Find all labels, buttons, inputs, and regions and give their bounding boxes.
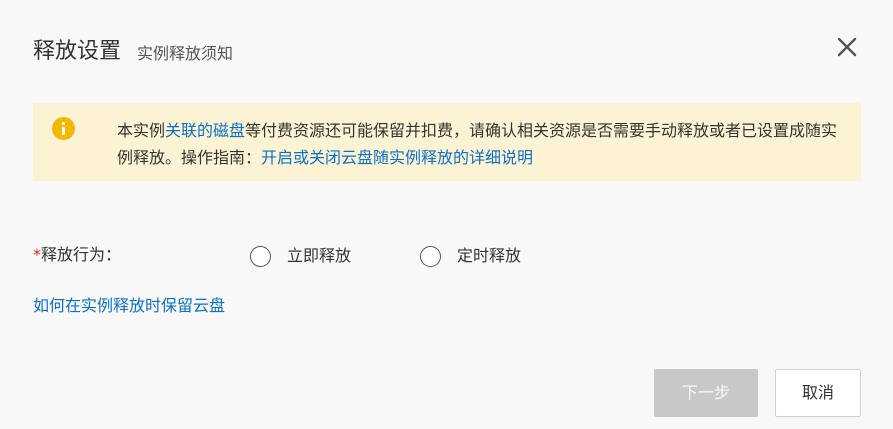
close-icon[interactable] (834, 34, 860, 60)
cancel-button[interactable]: 取消 (775, 369, 861, 417)
disk-release-guide-link[interactable]: 开启或关闭云盘随实例释放的详细说明 (261, 148, 533, 167)
dialog-title: 释放设置 (33, 39, 122, 64)
radio-label-scheduled-release: 定时释放 (457, 246, 522, 265)
radio-release-now[interactable]: 立即释放 (250, 245, 351, 267)
next-step-button[interactable]: 下一步 (654, 369, 758, 417)
radio-circle[interactable] (420, 245, 441, 267)
dialog-subtitle: 实例释放须知 (137, 44, 234, 63)
radio-label-release-now: 立即释放 (287, 246, 352, 265)
notice-text-part-1: 本实例 (117, 121, 166, 140)
release-notice-banner: 本实例关联的磁盘等付费资源还可能保留并扣费，请确认相关资源是否需要手动释放或者已… (33, 103, 861, 181)
release-settings-dialog: 释放设置 实例释放须知 本实例关联的磁盘等付费资源还可能保留并扣费，请确认相关资… (0, 0, 893, 429)
associated-disks-link[interactable]: 关联的磁盘 (165, 121, 245, 140)
radio-circle[interactable] (250, 245, 271, 267)
required-mark: * (33, 245, 41, 264)
release-behavior-label-text: 释放行为： (41, 245, 122, 264)
info-icon (52, 117, 75, 140)
release-behavior-label: *释放行为： (33, 244, 121, 266)
keep-disk-help-link[interactable]: 如何在实例释放时保留云盘 (33, 295, 225, 317)
radio-scheduled-release[interactable]: 定时释放 (420, 245, 521, 267)
notice-text: 本实例关联的磁盘等付费资源还可能保留并扣费，请确认相关资源是否需要手动释放或者已… (117, 117, 852, 171)
